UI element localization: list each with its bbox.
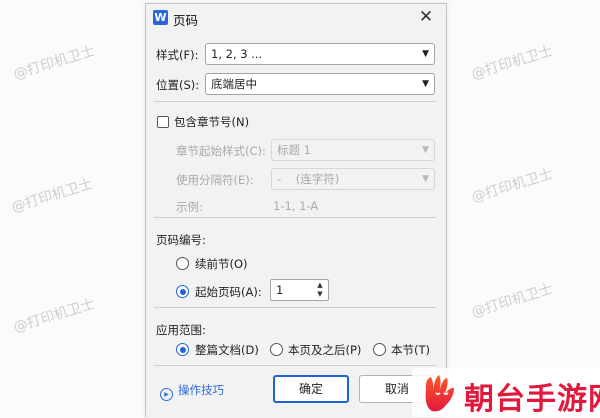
divider — [154, 365, 436, 366]
close-icon: ✕ — [418, 7, 434, 27]
chapter-start-style-label: 章节起始样式(C): — [176, 144, 266, 158]
apply-this-page-forward-radio[interactable] — [270, 343, 283, 356]
position-select-value: 底端居中 — [211, 77, 257, 91]
start-at-stepper[interactable]: 1 ▲ ▼ — [270, 279, 329, 301]
page-number-dialog: W 页码 ✕ 样式(F): 1, 2, 3 ... ▼ 位置(S): 底端居中 … — [145, 3, 447, 417]
start-at-radio[interactable] — [176, 285, 189, 298]
watermark: @打印机卫士 — [469, 166, 555, 206]
stepper-down-icon[interactable]: ▼ — [314, 290, 326, 299]
titlebar: W 页码 ✕ — [146, 4, 446, 34]
chevron-down-icon: ▼ — [422, 145, 429, 155]
apply-this-page-forward-label[interactable]: 本页及之后(P) — [288, 342, 361, 358]
style-select[interactable]: 1, 2, 3 ... ▼ — [205, 43, 435, 65]
continue-radio[interactable] — [176, 257, 189, 270]
watermark: @打印机卫士 — [11, 43, 97, 83]
apply-this-section-label[interactable]: 本节(T) — [391, 342, 430, 358]
apply-whole-document-radio[interactable] — [176, 343, 189, 356]
tips-link[interactable]: ▶ 操作技巧 — [160, 382, 224, 401]
close-button[interactable]: ✕ — [416, 7, 436, 27]
example-value: 1-1, 1-A — [273, 199, 319, 213]
ok-button[interactable]: 确定 — [273, 375, 349, 403]
wps-writer-icon: W — [153, 10, 168, 25]
divider — [154, 307, 436, 308]
chapter-start-style-value: 标题 1 — [277, 143, 311, 157]
chevron-down-icon: ▼ — [422, 49, 429, 59]
apply-whole-document-label[interactable]: 整篇文档(D) — [195, 342, 259, 358]
chevron-down-icon: ▼ — [422, 79, 429, 89]
style-select-value: 1, 2, 3 ... — [211, 47, 263, 61]
example-label: 示例: — [176, 200, 203, 214]
position-select[interactable]: 底端居中 ▼ — [205, 73, 435, 95]
style-label: 样式(F): — [156, 48, 199, 62]
continue-label[interactable]: 续前节(O) — [195, 256, 248, 272]
site-watermark-logo: 朝台手游网 — [412, 368, 600, 417]
separator-label: 使用分隔符(E): — [176, 173, 254, 187]
apply-this-section-radio[interactable] — [373, 343, 386, 356]
dialog-title: 页码 — [173, 13, 199, 28]
apply-to-heading: 应用范围: — [156, 323, 206, 337]
watermark: @打印机卫士 — [469, 281, 555, 321]
stepper-up-icon[interactable]: ▲ — [314, 281, 326, 290]
start-at-label[interactable]: 起始页码(A): — [195, 284, 262, 300]
divider — [154, 217, 436, 218]
separator-select[interactable]: - (连字符) ▼ — [271, 168, 435, 190]
tips-label: 操作技巧 — [178, 383, 224, 397]
position-label: 位置(S): — [156, 78, 200, 92]
watermark: @打印机卫士 — [11, 296, 97, 336]
chapter-start-style-select[interactable]: 标题 1 ▼ — [271, 139, 435, 161]
numbering-heading: 页码编号: — [156, 233, 206, 247]
start-at-value[interactable]: 1 — [276, 283, 283, 297]
brand-name: 朝台手游网 — [464, 382, 600, 417]
watermark: @打印机卫士 — [9, 176, 95, 216]
divider — [154, 101, 436, 102]
include-chapter-checkbox[interactable] — [157, 116, 169, 128]
watermark: @打印机卫士 — [469, 43, 555, 83]
chevron-down-icon: ▼ — [422, 174, 429, 184]
separator-value: - (连字符) — [277, 172, 340, 186]
include-chapter-label[interactable]: 包含章节号(N) — [174, 114, 249, 130]
hand-logo-icon — [425, 375, 454, 412]
play-circle-icon: ▶ — [160, 388, 173, 401]
